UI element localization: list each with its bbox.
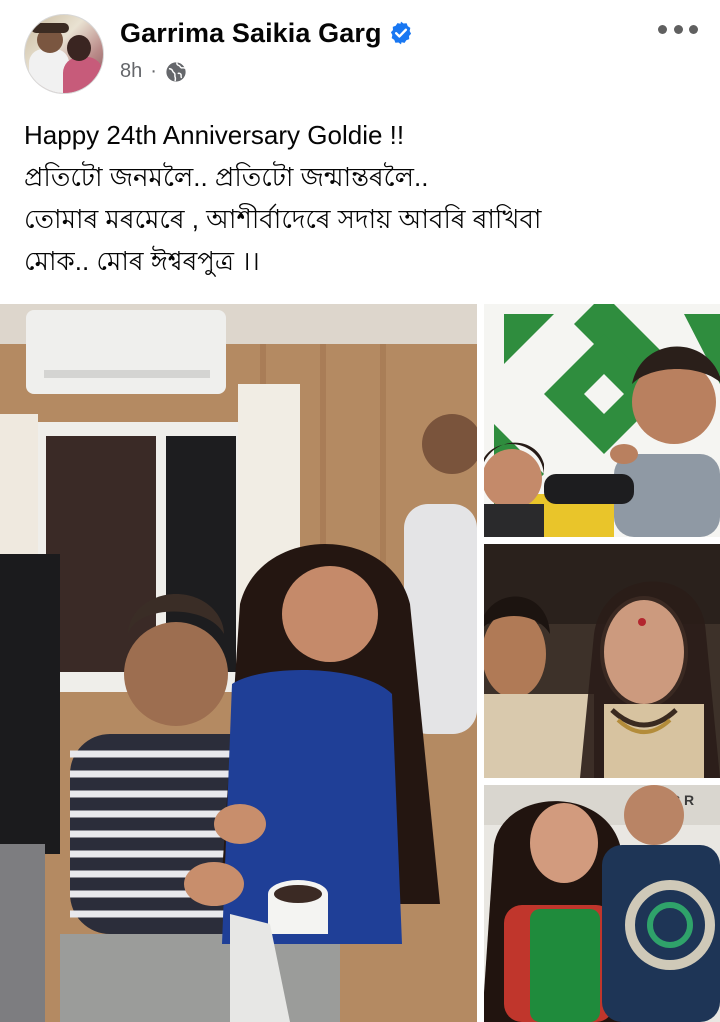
meta-separator: · bbox=[150, 60, 157, 82]
author-avatar[interactable] bbox=[24, 14, 104, 94]
post-photo-main[interactable] bbox=[0, 304, 477, 1022]
more-options-icon[interactable] bbox=[658, 22, 698, 36]
post-text-line: Happy 24th Anniversary Goldie !! bbox=[24, 120, 405, 150]
post-header: Garrima Saikia Garg 8h · bbox=[0, 0, 720, 100]
author-name[interactable]: Garrima Saikia Garg bbox=[120, 18, 382, 49]
verified-badge-icon bbox=[388, 20, 414, 46]
post-text-line: মোক.. মোৰ ঈশ্বৰপুত্ৰ ।। bbox=[24, 246, 260, 276]
post-text-line: তোমাৰ মৰমেৰে , আশীৰ্বাদেৰে সদায় আবৰি ৰা… bbox=[24, 204, 542, 234]
post-text-line: প্ৰতিটো জনমলৈ.. প্ৰতিটো জন্মান্তৰলৈ.. bbox=[24, 162, 429, 192]
post-photo-3[interactable] bbox=[484, 544, 720, 778]
globe-icon[interactable] bbox=[165, 61, 187, 83]
author-name-row: Garrima Saikia Garg bbox=[120, 16, 414, 50]
post-time[interactable]: 8h bbox=[120, 60, 142, 83]
post-photo-2[interactable] bbox=[484, 304, 720, 537]
post-meta: 8h · bbox=[120, 60, 187, 83]
post-photo-4[interactable]: C R bbox=[484, 785, 720, 1022]
post-text: Happy 24th Anniversary Goldie !! প্ৰতিটো… bbox=[24, 114, 704, 282]
